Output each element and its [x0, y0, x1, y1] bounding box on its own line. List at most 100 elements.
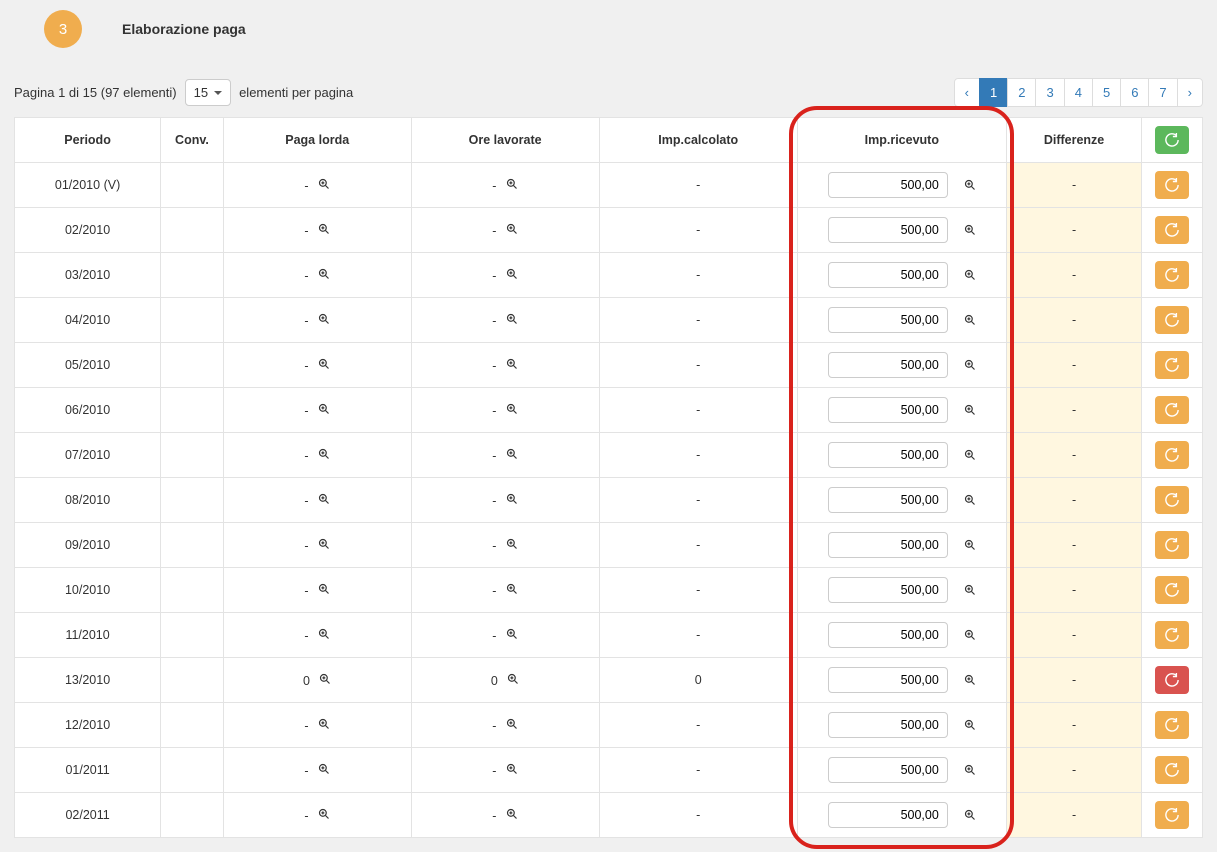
cell-ricevuto: [797, 703, 1006, 748]
page-next[interactable]: ›: [1177, 78, 1203, 107]
refresh-row-button[interactable]: [1155, 801, 1189, 829]
zoom-icon[interactable]: [318, 538, 330, 550]
zoom-icon[interactable]: [506, 268, 518, 280]
page-7[interactable]: 7: [1148, 78, 1177, 107]
zoom-icon[interactable]: [964, 629, 976, 641]
zoom-icon[interactable]: [506, 493, 518, 505]
zoom-icon[interactable]: [318, 313, 330, 325]
zoom-icon[interactable]: [318, 628, 330, 640]
ricevuto-input[interactable]: [828, 217, 948, 243]
refresh-row-button[interactable]: [1155, 351, 1189, 379]
page-prev[interactable]: ‹: [954, 78, 980, 107]
zoom-icon[interactable]: [964, 584, 976, 596]
cell-periodo: 11/2010: [15, 613, 161, 658]
cell-ricevuto: [797, 388, 1006, 433]
zoom-icon[interactable]: [506, 583, 518, 595]
zoom-icon[interactable]: [964, 314, 976, 326]
refresh-row-button[interactable]: [1155, 666, 1189, 694]
ricevuto-input[interactable]: [828, 172, 948, 198]
diff-value: -: [1072, 403, 1076, 417]
zoom-icon[interactable]: [964, 494, 976, 506]
cell-action: [1142, 298, 1203, 343]
ricevuto-input[interactable]: [828, 577, 948, 603]
ricevuto-input[interactable]: [828, 532, 948, 558]
refresh-row-button[interactable]: [1155, 441, 1189, 469]
zoom-icon[interactable]: [964, 359, 976, 371]
refresh-row-button[interactable]: [1155, 396, 1189, 424]
cell-conv: [161, 523, 224, 568]
zoom-icon[interactable]: [318, 178, 330, 190]
page-5[interactable]: 5: [1092, 78, 1121, 107]
zoom-icon[interactable]: [318, 583, 330, 595]
ricevuto-input[interactable]: [828, 397, 948, 423]
cell-calc: -: [599, 253, 797, 298]
cell-ricevuto: [797, 253, 1006, 298]
zoom-icon[interactable]: [964, 719, 976, 731]
zoom-icon[interactable]: [506, 538, 518, 550]
refresh-row-button[interactable]: [1155, 621, 1189, 649]
zoom-icon[interactable]: [318, 403, 330, 415]
ricevuto-input[interactable]: [828, 487, 948, 513]
page-6[interactable]: 6: [1120, 78, 1149, 107]
diff-value: -: [1072, 448, 1076, 462]
zoom-icon[interactable]: [506, 628, 518, 640]
zoom-icon[interactable]: [506, 313, 518, 325]
zoom-icon[interactable]: [506, 223, 518, 235]
page-size-select[interactable]: 15: [185, 79, 231, 106]
zoom-icon[interactable]: [964, 809, 976, 821]
refresh-row-button[interactable]: [1155, 711, 1189, 739]
cell-calc: -: [599, 433, 797, 478]
zoom-icon[interactable]: [506, 763, 518, 775]
refresh-row-button[interactable]: [1155, 576, 1189, 604]
page-1[interactable]: 1: [979, 78, 1008, 107]
zoom-icon[interactable]: [318, 763, 330, 775]
zoom-icon[interactable]: [964, 764, 976, 776]
refresh-row-button[interactable]: [1155, 756, 1189, 784]
zoom-icon[interactable]: [964, 449, 976, 461]
zoom-icon[interactable]: [318, 493, 330, 505]
zoom-icon[interactable]: [318, 268, 330, 280]
zoom-icon[interactable]: [964, 179, 976, 191]
calc-value: -: [696, 178, 700, 192]
zoom-icon[interactable]: [964, 224, 976, 236]
zoom-icon[interactable]: [964, 674, 976, 686]
zoom-icon[interactable]: [318, 718, 330, 730]
refresh-row-button[interactable]: [1155, 486, 1189, 514]
ricevuto-input[interactable]: [828, 307, 948, 333]
ricevuto-input[interactable]: [828, 802, 948, 828]
table-row: 06/2010- - --: [15, 388, 1203, 433]
zoom-icon[interactable]: [964, 539, 976, 551]
page-2[interactable]: 2: [1007, 78, 1036, 107]
refresh-row-button[interactable]: [1155, 306, 1189, 334]
zoom-icon[interactable]: [318, 808, 330, 820]
zoom-icon[interactable]: [507, 673, 519, 685]
zoom-icon[interactable]: [506, 448, 518, 460]
refresh-all-button[interactable]: [1155, 126, 1189, 154]
zoom-icon[interactable]: [318, 358, 330, 370]
ricevuto-input[interactable]: [828, 442, 948, 468]
zoom-icon[interactable]: [964, 404, 976, 416]
ricevuto-input[interactable]: [828, 667, 948, 693]
zoom-icon[interactable]: [506, 178, 518, 190]
refresh-row-button[interactable]: [1155, 216, 1189, 244]
page-3[interactable]: 3: [1035, 78, 1064, 107]
ricevuto-input[interactable]: [828, 712, 948, 738]
page-4[interactable]: 4: [1064, 78, 1093, 107]
ricevuto-input[interactable]: [828, 352, 948, 378]
zoom-icon[interactable]: [506, 808, 518, 820]
ricevuto-input[interactable]: [828, 757, 948, 783]
ricevuto-input[interactable]: [828, 262, 948, 288]
zoom-icon[interactable]: [506, 403, 518, 415]
zoom-icon[interactable]: [318, 448, 330, 460]
calc-value: -: [696, 808, 700, 822]
refresh-row-button[interactable]: [1155, 531, 1189, 559]
ore-value: -: [492, 539, 496, 553]
zoom-icon[interactable]: [964, 269, 976, 281]
zoom-icon[interactable]: [506, 358, 518, 370]
zoom-icon[interactable]: [318, 223, 330, 235]
ricevuto-input[interactable]: [828, 622, 948, 648]
refresh-row-button[interactable]: [1155, 261, 1189, 289]
refresh-row-button[interactable]: [1155, 171, 1189, 199]
zoom-icon[interactable]: [506, 718, 518, 730]
zoom-icon[interactable]: [319, 673, 331, 685]
